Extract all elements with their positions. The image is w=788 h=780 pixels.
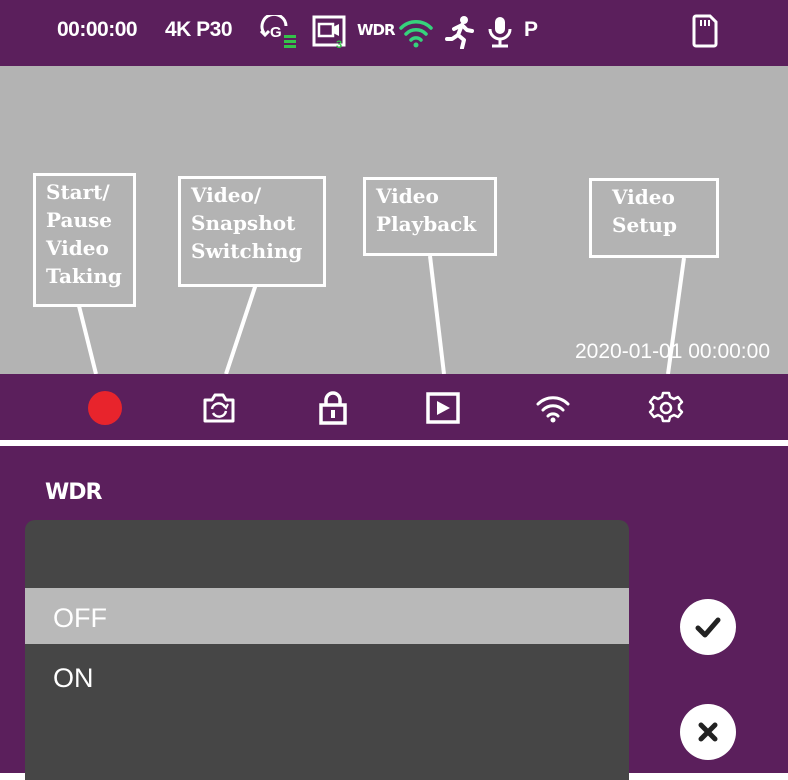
confirm-button[interactable]	[680, 599, 736, 655]
parking-mode-icon: P	[524, 18, 538, 41]
camera-viewfinder[interactable]: Start/ Pause Video Taking Video/ Snapsho…	[0, 66, 788, 374]
recording-screen: 00:00:00 4K P30 G 3 WDR P Start/ Pause V…	[0, 0, 788, 446]
wifi-status-icon	[399, 20, 433, 48]
mode-leader-line	[224, 283, 258, 374]
record-leader-line	[77, 305, 98, 374]
microphone-icon	[488, 17, 512, 48]
status-bar: 00:00:00 4K P30 G 3 WDR P	[0, 0, 788, 66]
option-off[interactable]: OFF	[25, 588, 629, 644]
option-label: OFF	[53, 603, 107, 633]
option-label: ON	[53, 663, 94, 693]
record-button[interactable]	[85, 388, 125, 428]
mode-callout: Video/ Snapshot Switching	[178, 176, 326, 287]
option-list: OFF ON	[25, 520, 629, 780]
svg-text:G: G	[270, 24, 282, 41]
settings-icon	[648, 391, 684, 423]
wifi-button[interactable]	[533, 388, 573, 428]
date-time-stamp: 2020-01-01 00:00:00	[575, 340, 770, 363]
playback-icon	[426, 392, 460, 424]
menu-title: WDR	[45, 480, 102, 505]
playback-callout: Video Playback	[363, 177, 497, 256]
sd-card-icon	[692, 14, 718, 48]
wifi-icon	[536, 396, 570, 423]
settings-button[interactable]	[646, 388, 686, 428]
camera-switch-icon	[203, 393, 235, 423]
setup-callout: Video Setup	[589, 178, 719, 258]
mode-switch-button[interactable]	[199, 388, 239, 428]
playback-leader-line	[428, 255, 446, 374]
record-callout: Start/ Pause Video Taking	[33, 173, 136, 307]
recording-timer: 00:00:00	[57, 18, 138, 41]
option-on[interactable]: ON	[25, 648, 629, 704]
wdr-settings-screen: WDR OFF ON	[0, 446, 788, 780]
record-icon	[88, 391, 122, 425]
wdr-icon: WDR	[357, 21, 396, 39]
motion-detection-icon	[445, 16, 474, 49]
cancel-button[interactable]	[680, 704, 736, 760]
loop-recording-icon: 3	[312, 15, 346, 49]
svg-text:3: 3	[336, 39, 342, 49]
close-icon	[698, 722, 718, 742]
checkmark-icon	[695, 617, 721, 638]
resolution-indicator: 4K P30	[165, 18, 233, 41]
lock-file-button[interactable]	[313, 388, 353, 428]
lock-icon	[319, 391, 347, 425]
g-sensor-icon: G	[259, 15, 296, 48]
playback-button[interactable]	[423, 388, 463, 428]
bottom-toolbar	[0, 374, 788, 440]
